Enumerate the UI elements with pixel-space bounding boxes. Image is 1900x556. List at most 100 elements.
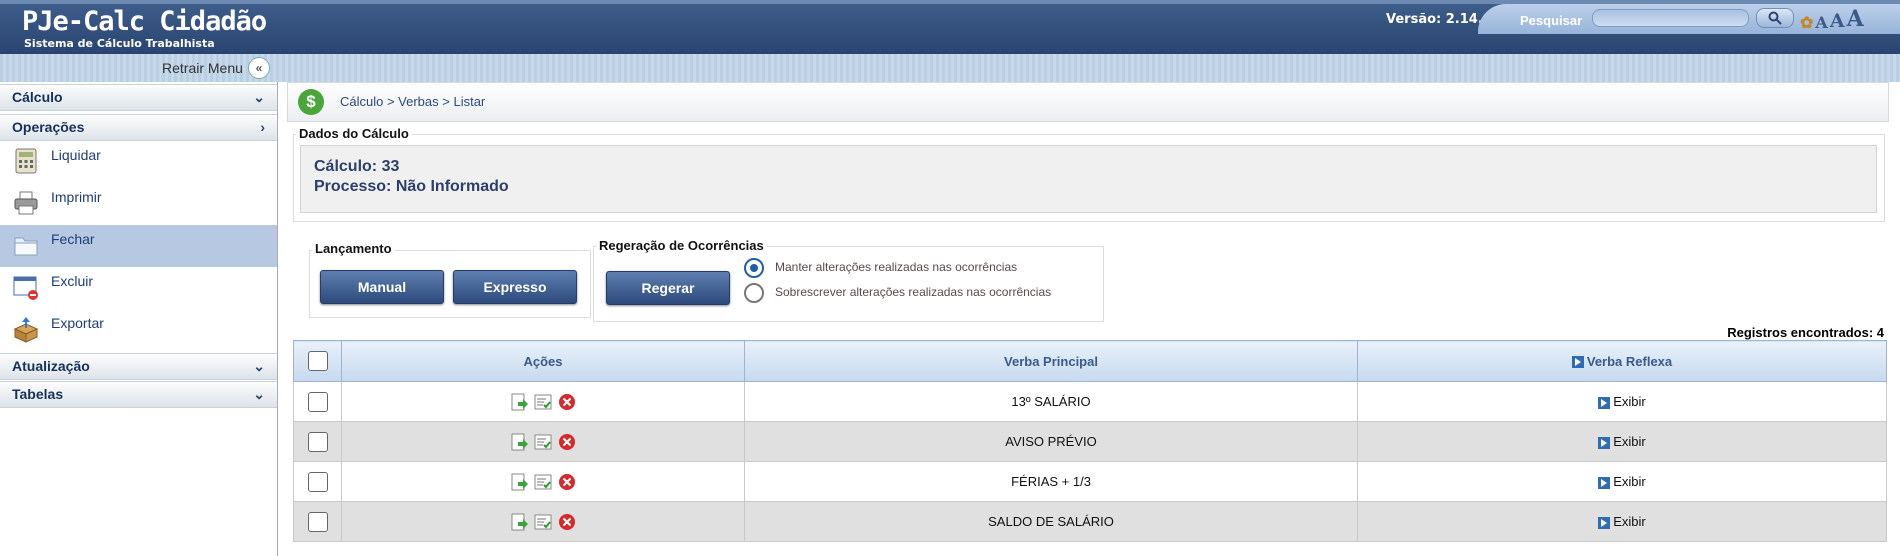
row-checkbox[interactable] — [307, 471, 328, 492]
delete-icon[interactable] — [558, 473, 576, 491]
delete-icon[interactable] — [558, 393, 576, 411]
records-count: Registros encontrados: 4 — [1727, 325, 1884, 340]
edit-list-icon[interactable] — [534, 513, 552, 531]
edit-list-icon[interactable] — [534, 473, 552, 491]
manter-radio-label[interactable]: Manter alterações realizadas nas ocorrên… — [775, 260, 1017, 274]
search-area: Pesquisar ✿ A A A — [1478, 4, 1900, 34]
chevron-down-icon: ⌄ — [253, 358, 265, 374]
search-label: Pesquisar — [1520, 13, 1583, 28]
verba-reflexa-cell[interactable]: Exibir — [1357, 421, 1887, 462]
sidebar-section-tabelas[interactable]: Tabelas ⌄ — [0, 381, 277, 408]
sidebar-item-label: Excluir — [51, 273, 94, 289]
font-decrease-icon[interactable]: A — [1815, 13, 1827, 32]
search-button[interactable] — [1756, 8, 1794, 28]
regeracao-fieldset: Regeração de Ocorrências Regerar Manter … — [593, 238, 1104, 322]
row-checkbox[interactable] — [307, 391, 328, 412]
row-checkbox[interactable] — [307, 511, 328, 532]
exibir-link[interactable]: Exibir — [1613, 394, 1646, 409]
sidebar-section-atualizacao[interactable]: Atualização ⌄ — [0, 353, 277, 380]
dados-calculo-fieldset: Dados do Cálculo Cálculo: 33 Processo: N… — [293, 126, 1885, 222]
lancamento-fieldset: Lançamento Manual Expresso — [309, 241, 591, 318]
verba-reflexa-cell[interactable]: Exibir — [1357, 461, 1887, 502]
verba-principal-cell: FÉRIAS + 1/3 — [744, 461, 1358, 502]
font-default-icon[interactable]: A — [1830, 10, 1845, 32]
expresso-button[interactable]: Expresso — [453, 270, 577, 304]
sidebar-section-label: Tabelas — [12, 386, 64, 402]
expand-all-icon[interactable] — [1571, 356, 1584, 369]
font-tools: ✿ A A A — [1800, 6, 1864, 32]
verba-reflexa-cell[interactable]: Exibir — [1357, 381, 1887, 422]
sidebar-section-label: Operações — [12, 119, 85, 135]
sidebar-item-excluir[interactable]: Excluir — [0, 267, 277, 309]
acoes-header: Ações — [341, 340, 745, 382]
breadcrumb: Cálculo > Verbas > Listar — [340, 94, 486, 109]
table-row: SALDO DE SALÁRIO Exibir — [293, 501, 1887, 542]
retrair-menu-label[interactable]: Retrair Menu — [162, 60, 243, 76]
manter-radio[interactable] — [744, 258, 764, 278]
app-subtitle: Sistema de Cálculo Trabalhista — [24, 37, 215, 50]
regerar-button[interactable]: Regerar — [606, 271, 730, 305]
row-actions — [341, 421, 745, 462]
edit-list-icon[interactable] — [534, 393, 552, 411]
sidebar-item-label: Exportar — [51, 315, 104, 331]
manual-button[interactable]: Manual — [320, 270, 444, 304]
verba-reflexa-cell[interactable]: Exibir — [1357, 501, 1887, 542]
sidebar-item-imprimir[interactable]: Imprimir — [0, 183, 277, 225]
sobrescrever-radio-label[interactable]: Sobrescrever alterações realizadas nas o… — [775, 285, 1051, 299]
delete-icon[interactable] — [558, 513, 576, 531]
dollar-icon: $ — [298, 89, 324, 115]
add-occurrence-icon[interactable] — [510, 393, 528, 411]
exibir-link[interactable]: Exibir — [1613, 514, 1646, 529]
exibir-icon[interactable] — [1598, 516, 1611, 529]
verbas-table: Ações Verba Principal Verba Reflexa 13º … — [293, 340, 1887, 542]
add-occurrence-icon[interactable] — [510, 433, 528, 451]
sidebar-section-calculo[interactable]: Cálculo ⌄ — [0, 84, 277, 111]
sidebar-item-exportar[interactable]: Exportar — [0, 309, 277, 351]
sidebar-item-label: Fechar — [51, 231, 95, 247]
verba-reflexa-header[interactable]: Verba Reflexa — [1357, 340, 1887, 382]
collapse-menu-icon[interactable]: « — [248, 57, 270, 79]
exibir-link[interactable]: Exibir — [1613, 434, 1646, 449]
font-increase-icon[interactable]: A — [1847, 6, 1864, 32]
table-row: 13º SALÁRIO Exibir — [293, 381, 1887, 422]
add-occurrence-icon[interactable] — [510, 513, 528, 531]
row-select-cell — [293, 381, 342, 422]
sobrescrever-radio[interactable] — [744, 283, 764, 303]
add-occurrence-icon[interactable] — [510, 473, 528, 491]
row-checkbox[interactable] — [307, 431, 328, 452]
search-input[interactable] — [1592, 9, 1749, 27]
table-row: FÉRIAS + 1/3 Exibir — [293, 461, 1887, 502]
exibir-icon[interactable] — [1598, 396, 1611, 409]
chevron-right-icon: › — [260, 119, 265, 135]
sidebar-section-label: Atualização — [12, 358, 90, 374]
row-actions — [341, 381, 745, 422]
dados-calculo-panel: Cálculo: 33 Processo: Não Informado — [300, 145, 1877, 213]
sidebar-section-operacoes[interactable]: Operações › — [0, 114, 277, 141]
main-content: $ Cálculo > Verbas > Listar Dados do Cál… — [287, 82, 1890, 556]
sidebar: Cálculo ⌄ Operações › Liquidar Imprimir … — [0, 82, 278, 556]
palette-icon[interactable]: ✿ — [1800, 13, 1813, 32]
processo-info: Processo: Não Informado — [314, 178, 509, 195]
sidebar-item-fechar[interactable]: Fechar — [0, 225, 277, 267]
row-select-cell — [293, 461, 342, 502]
row-select-cell — [293, 421, 342, 462]
exibir-icon[interactable] — [1598, 436, 1611, 449]
edit-list-icon[interactable] — [534, 433, 552, 451]
verba-principal-header[interactable]: Verba Principal — [744, 340, 1358, 382]
verba-principal-cell: 13º SALÁRIO — [744, 381, 1358, 422]
calculo-number: Cálculo: 33 — [314, 158, 400, 175]
app-title: PJe-Calc Cidadão — [22, 6, 267, 37]
exibir-link[interactable]: Exibir — [1613, 474, 1646, 489]
select-all-checkbox[interactable] — [307, 351, 328, 371]
sidebar-section-label: Cálculo — [12, 89, 63, 105]
sidebar-item-liquidar[interactable]: Liquidar — [0, 141, 277, 183]
lancamento-legend: Lançamento — [312, 241, 395, 256]
table-row: AVISO PRÉVIO Exibir — [293, 421, 1887, 462]
verba-reflexa-header-label: Verba Reflexa — [1586, 353, 1673, 369]
chevron-down-icon: ⌄ — [253, 386, 265, 402]
chevron-down-icon: ⌄ — [253, 89, 265, 105]
delete-icon[interactable] — [558, 433, 576, 451]
exibir-icon[interactable] — [1598, 476, 1611, 489]
version-label: Versão: 2.14.0 — [1386, 12, 1492, 27]
table-header-row: Ações Verba Principal Verba Reflexa — [293, 340, 1887, 382]
